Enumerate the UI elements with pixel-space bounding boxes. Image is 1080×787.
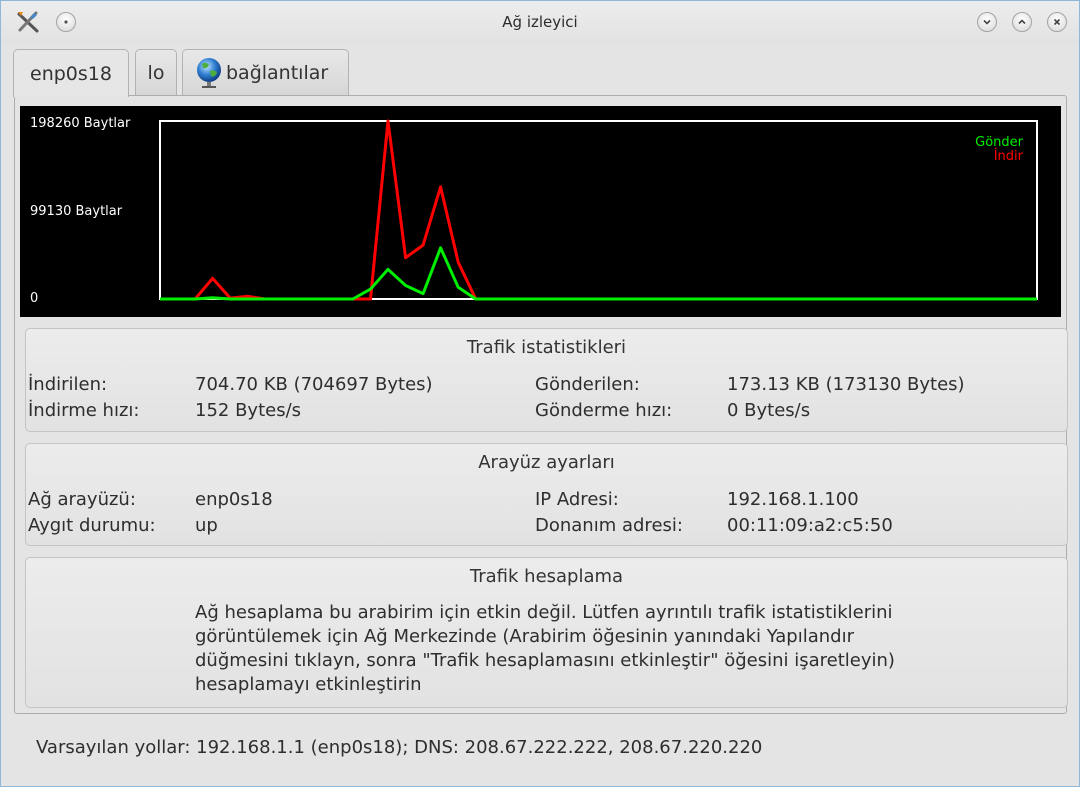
group-title: Trafik istatistikleri [466, 337, 627, 358]
legend-entry: İndir [994, 148, 1024, 164]
globe-icon [197, 58, 221, 88]
tab-enp0s18[interactable]: enp0s18 [13, 49, 129, 97]
traffic-accounting-group: Trafik hesaplama Ağ hesaplama bu arabiri… [25, 557, 1068, 708]
upload-rate-label: Gönderme hızı: [535, 400, 673, 421]
hardware-address-value: 00:11:09:a2:c5:50 [727, 515, 893, 536]
interface-label: Ağ arayüzü: [28, 489, 136, 510]
y-tick-label: 0 [30, 291, 38, 306]
status-bar: Varsayılan yollar: 192.168.1.1 (enp0s18)… [36, 737, 763, 758]
group-title: Trafik hesaplama [469, 566, 624, 587]
maximize-button[interactable] [1012, 12, 1032, 32]
interface-value: enp0s18 [195, 489, 273, 510]
minimize-icon [983, 19, 991, 25]
tab-lo[interactable]: lo [135, 49, 177, 96]
legend-entry: Gönder [975, 135, 1024, 150]
hardware-address-label: Donanım adresi: [535, 515, 683, 536]
tab-label: enp0s18 [30, 62, 112, 85]
minimize-button[interactable] [977, 12, 997, 32]
traffic-chart: 198260 Baytlar 99130 Baytlar 0 Gönderİndir [30, 116, 1038, 306]
y-tick-label: 99130 Baytlar [30, 204, 123, 219]
accounting-message: Ağ hesaplama bu arabirim için etkin deği… [195, 602, 895, 695]
close-icon [1053, 18, 1061, 26]
series-line-1 [160, 119, 1037, 301]
group-title: Arayüz ayarları [478, 452, 615, 473]
y-tick-label: 198260 Baytlar [30, 116, 131, 131]
app-window: Ağ izleyici enp0s18 lo bağlantılar 19826… [0, 0, 1080, 787]
device-state-value: up [195, 515, 218, 536]
tab-label: bağlantılar [226, 62, 329, 84]
download-rate-label: İndirme hızı: [28, 400, 140, 421]
tab-connections[interactable]: bağlantılar [182, 49, 349, 96]
tab-label: lo [147, 62, 165, 84]
upload-rate-value: 0 Bytes/s [727, 400, 811, 421]
downloaded-label: İndirilen: [28, 374, 108, 395]
device-state-label: Aygıt durumu: [28, 515, 156, 536]
download-rate-value: 152 Bytes/s [195, 400, 302, 421]
downloaded-value: 704.70 KB (704697 Bytes) [195, 374, 433, 395]
interface-settings-group: Arayüz ayarları Ağ arayüzü: enp0s18 Aygı… [25, 443, 1068, 546]
title-bar[interactable]: Ağ izleyici [1, 1, 1079, 43]
ip-address-value: 192.168.1.100 [727, 489, 859, 510]
window-title: Ağ izleyici [502, 13, 578, 31]
maximize-icon [1018, 19, 1026, 25]
series-line-0 [160, 246, 1037, 301]
plot-frame [159, 120, 1038, 300]
uploaded-label: Gönderilen: [535, 374, 640, 395]
traffic-graph: 198260 Baytlar 99130 Baytlar 0 Gönder İndir [20, 106, 1061, 317]
ip-address-label: IP Adresi: [535, 489, 619, 510]
uploaded-value: 173.13 KB (173130 Bytes) [727, 374, 965, 395]
close-button[interactable] [1047, 12, 1067, 32]
traffic-statistics-group: Trafik istatistikleri İndirilen: 704.70 … [25, 328, 1068, 432]
